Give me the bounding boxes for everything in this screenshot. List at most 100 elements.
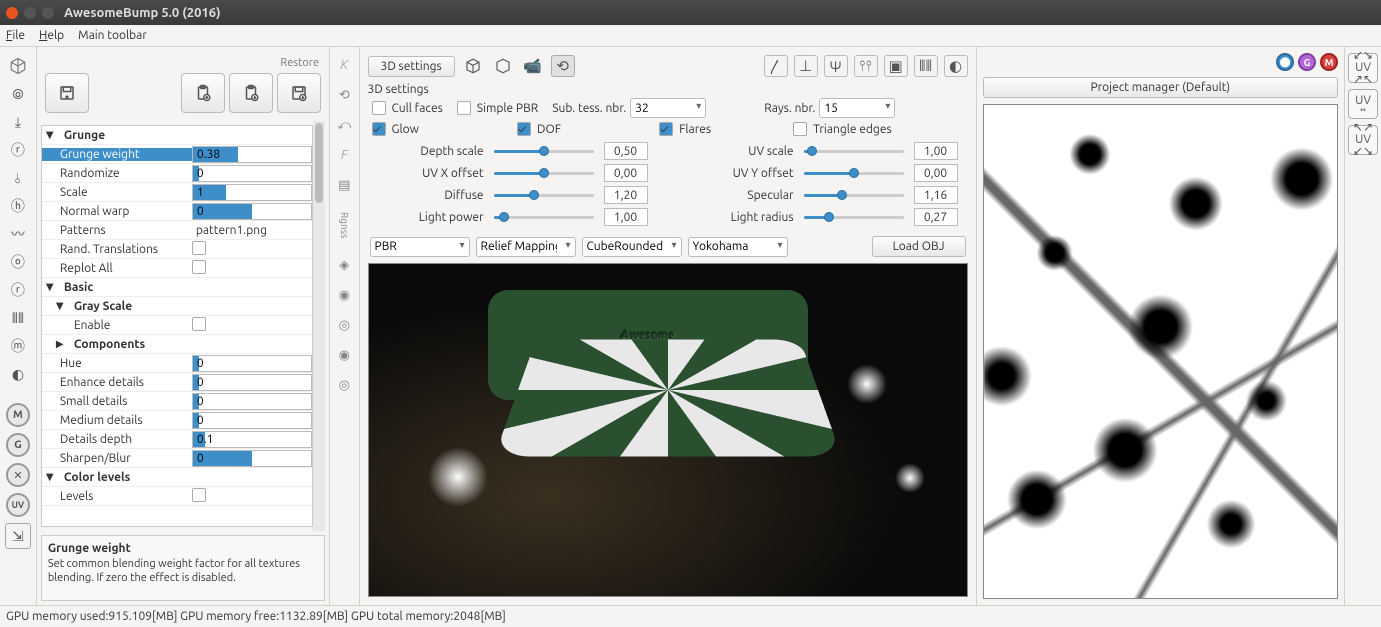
num-uvx[interactable]: 0,00 bbox=[604, 164, 648, 182]
row-randomize[interactable]: Randomize bbox=[42, 167, 192, 180]
cube-solid-icon[interactable] bbox=[491, 55, 515, 77]
num-depth-scale[interactable]: 0,50 bbox=[604, 142, 648, 160]
num-light-power[interactable]: 1,00 bbox=[604, 208, 648, 226]
vt-arrow-icon[interactable]: ⤺ bbox=[332, 113, 356, 137]
r2-letter-icon[interactable]: ⓡ bbox=[5, 279, 31, 301]
window-maximize-button[interactable] bbox=[42, 7, 54, 19]
input-details-depth[interactable]: 0.1 bbox=[192, 431, 312, 448]
chk-dof[interactable]: ✓ bbox=[517, 122, 531, 136]
chart-icon[interactable]: ⫯⫯ bbox=[854, 55, 878, 77]
num-specular[interactable]: 1,16 bbox=[914, 186, 958, 204]
vt-circ3-icon[interactable]: ◉ bbox=[332, 343, 356, 367]
uv-out-button[interactable]: ↖↗UV↙↘ bbox=[1348, 125, 1378, 155]
uv-button[interactable]: UV↔ bbox=[1348, 89, 1378, 119]
row-levels[interactable]: Levels bbox=[42, 490, 192, 503]
row-medium-details[interactable]: Medium details bbox=[42, 414, 192, 427]
sphere-icon[interactable]: ◐ bbox=[5, 363, 31, 385]
menu-main-toolbar[interactable]: Main toolbar bbox=[78, 29, 147, 42]
input-enhance-details[interactable]: 0 bbox=[192, 374, 312, 391]
sld-diffuse[interactable] bbox=[494, 188, 594, 202]
x-circle-button[interactable]: ✕ bbox=[6, 463, 30, 487]
preview-3d[interactable]: AwesomeBump bbox=[368, 263, 968, 597]
save-up-button[interactable] bbox=[45, 73, 89, 113]
num-light-radius[interactable]: 0,27 bbox=[914, 208, 958, 226]
input-medium-details[interactable]: 0 bbox=[192, 412, 312, 429]
perp-icon[interactable]: ⊥ bbox=[794, 55, 818, 77]
chk-rand-translations[interactable] bbox=[192, 241, 206, 255]
uv-in-button[interactable]: ↙↘UV↗↖ bbox=[1348, 53, 1378, 83]
sld-specular[interactable] bbox=[804, 188, 904, 202]
row-grunge-weight[interactable]: Grunge weight bbox=[42, 148, 192, 161]
vt-f[interactable]: F bbox=[332, 143, 356, 167]
row-rand-translations[interactable]: Rand. Translations bbox=[42, 243, 192, 256]
3d-settings-button[interactable]: 3D settings bbox=[368, 56, 455, 77]
clipboard-down-button[interactable] bbox=[229, 73, 273, 113]
vt-circ1-icon[interactable]: ◉ bbox=[332, 283, 356, 307]
vt-layers-icon[interactable]: ▤ bbox=[332, 173, 356, 197]
cube-wire-icon[interactable] bbox=[461, 55, 485, 77]
down-arrow-icon[interactable]: ⤓ bbox=[5, 111, 31, 133]
video-icon[interactable]: ▣ bbox=[884, 55, 908, 77]
input-hue[interactable]: 0 bbox=[192, 355, 312, 372]
o-letter-icon[interactable]: ⓞ bbox=[5, 251, 31, 273]
g-circle-button[interactable]: G bbox=[6, 433, 30, 457]
row-hue[interactable]: Hue bbox=[42, 357, 192, 370]
value-patterns[interactable]: pattern1.png bbox=[192, 224, 312, 237]
tree-scrollbar[interactable] bbox=[313, 121, 325, 531]
chk-flares[interactable]: ✓ bbox=[659, 122, 673, 136]
sld-uvy[interactable] bbox=[804, 166, 904, 180]
vt-brush-icon[interactable]: ⟲ bbox=[332, 83, 356, 107]
input-normal-warp[interactable]: 0 bbox=[192, 203, 312, 220]
wave-icon[interactable]: 〰 bbox=[5, 223, 31, 245]
clipboard-plus-button[interactable] bbox=[181, 73, 225, 113]
section-color-levels[interactable]: Color levels bbox=[64, 471, 130, 484]
load-obj-button[interactable]: Load OBJ bbox=[872, 236, 966, 257]
chk-replot-all[interactable] bbox=[192, 260, 206, 274]
vt-circ4-icon[interactable]: ◎ bbox=[332, 373, 356, 397]
sel-mapping[interactable]: Relief Mapping bbox=[476, 237, 576, 257]
num-uvy[interactable]: 0,00 bbox=[914, 164, 958, 182]
section-grayscale[interactable]: Gray Scale bbox=[74, 300, 132, 313]
menu-file[interactable]: File bbox=[6, 29, 25, 42]
chk-simple-pbr[interactable] bbox=[457, 101, 471, 115]
ball-icon[interactable]: ◐ bbox=[944, 55, 968, 77]
preview-2d[interactable] bbox=[983, 104, 1339, 599]
chk-glow[interactable]: ✓ bbox=[372, 122, 386, 136]
sld-light-radius[interactable] bbox=[804, 210, 904, 224]
chk-levels[interactable] bbox=[192, 488, 206, 502]
m-letter-icon[interactable]: ⓜ bbox=[5, 335, 31, 357]
vt-k[interactable]: K bbox=[332, 53, 356, 77]
line-icon[interactable]: 〳 bbox=[764, 55, 788, 77]
window-minimize-button[interactable] bbox=[24, 7, 36, 19]
num-diffuse[interactable]: 1,20 bbox=[604, 186, 648, 204]
row-scale[interactable]: Scale bbox=[42, 186, 192, 199]
input-scale[interactable]: 1 bbox=[192, 184, 312, 201]
sld-uv-scale[interactable] bbox=[804, 144, 904, 158]
ruler-icon[interactable]: ⦀⦀ bbox=[914, 55, 938, 77]
row-replot-all[interactable]: Replot All bbox=[42, 262, 192, 275]
chk-cull-faces[interactable] bbox=[372, 101, 386, 115]
sld-uvx[interactable] bbox=[494, 166, 594, 180]
r-letter-icon[interactable]: ⓡ bbox=[5, 139, 31, 161]
row-normal-warp[interactable]: Normal warp bbox=[42, 205, 192, 218]
arrows-icon[interactable]: ⇲ bbox=[5, 523, 31, 549]
restore-button[interactable]: Restore bbox=[280, 57, 319, 69]
sld-depth-scale[interactable] bbox=[494, 144, 594, 158]
sel-rays-nbr[interactable]: 15 bbox=[819, 98, 895, 118]
window-close-button[interactable] bbox=[6, 7, 18, 19]
sel-env[interactable]: Yokohama bbox=[688, 237, 788, 257]
input-randomize[interactable]: 0 bbox=[192, 165, 312, 182]
uv-circle-button[interactable]: UV bbox=[6, 493, 30, 517]
vt-diamond-icon[interactable]: ◈ bbox=[332, 253, 356, 277]
row-patterns[interactable]: Patterns bbox=[42, 224, 192, 237]
input-small-details[interactable]: 0 bbox=[192, 393, 312, 410]
save-down-button[interactable] bbox=[277, 73, 321, 113]
chk-enable[interactable] bbox=[192, 317, 206, 331]
row-details-depth[interactable]: Details depth bbox=[42, 433, 192, 446]
chk-triangle-edges[interactable] bbox=[793, 122, 807, 136]
grunge-dot-button[interactable]: G bbox=[1298, 53, 1316, 71]
target-icon[interactable]: ⟲ bbox=[551, 55, 575, 77]
section-basic[interactable]: Basic bbox=[64, 281, 93, 294]
d-letter-icon[interactable]: ⦾ bbox=[5, 83, 31, 105]
num-uv-scale[interactable]: 1,00 bbox=[914, 142, 958, 160]
